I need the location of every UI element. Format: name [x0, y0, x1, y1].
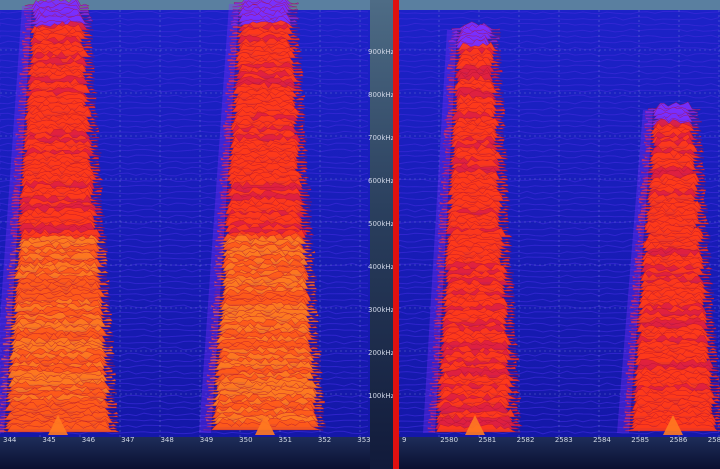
time-tick-label: 2584 [593, 436, 611, 444]
time-tick-label: 2586 [669, 436, 688, 444]
time-tick-label: 352 [317, 436, 332, 444]
time-tick-label: 353 ms [357, 436, 370, 444]
time-tick-label: 2580 [440, 436, 459, 444]
frequency-tick-label: 200kHz [368, 349, 395, 357]
time-tick-label: 345 [42, 436, 56, 444]
frequency-tick-label: 100kHz [368, 392, 395, 400]
frequency-axis: 900kHz 800kHz 700kHz 600kHz 500kHz 400kHz 300k… [368, 0, 395, 469]
time-tick-label: 2582 [516, 436, 535, 444]
frequency-tick-label: 600kHz [368, 177, 395, 185]
time-tick-label: 349 [199, 436, 214, 444]
time-tick-label: 351 [278, 436, 292, 444]
time-tick-label: 344 [3, 436, 17, 444]
time-tick-label: 2583 [554, 436, 573, 444]
time-tick-label: 347 [121, 436, 135, 444]
spectrogram-right-canvas [399, 0, 720, 437]
time-tick-label: 2581 [478, 436, 497, 444]
frequency-tick-label: 400kHz [368, 263, 395, 271]
frequency-tick-label: 500kHz [368, 220, 395, 228]
time-tick-label: 348 [160, 436, 174, 444]
time-tick-label: 350 [239, 436, 253, 444]
spectrogram-left-canvas [0, 0, 370, 437]
frequency-tick-label: 300kHz [368, 306, 395, 314]
frequency-tick-label: 800kHz [368, 91, 395, 99]
spectrogram-left: 344 345 346 347 348 349 350 351 352 353 ms [0, 0, 370, 469]
time-tick-label: 346 [81, 436, 96, 444]
frequency-tick-label: 700kHz [368, 134, 395, 142]
spectrogram-right: 9 2580 2581 2582 2583 2584 2585 2586 2587 [399, 0, 720, 469]
frequency-tick-label: 900kHz [368, 48, 395, 56]
header-strip [399, 0, 720, 10]
time-tick-label: 2587 [707, 436, 720, 444]
time-tick-label: 2585 [631, 436, 650, 444]
time-tick-label: 9 [402, 436, 407, 444]
